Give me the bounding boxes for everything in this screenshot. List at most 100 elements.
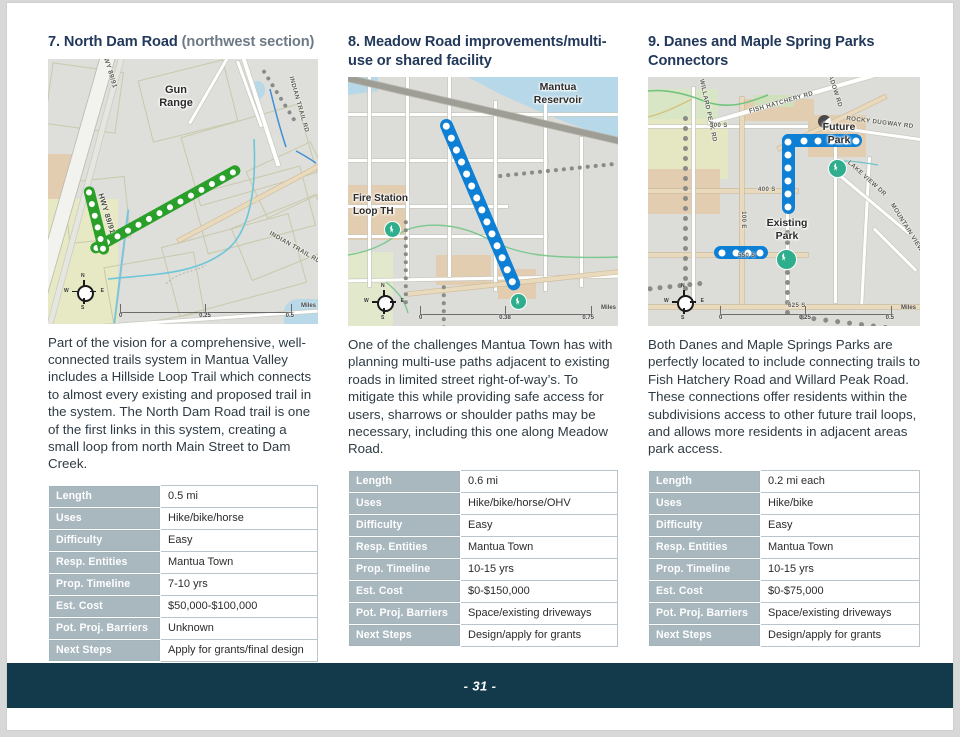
map-figure-8: Mantua Reservoir Fire Station Loop TH N …: [348, 77, 618, 326]
scale-max: 0.5: [885, 315, 894, 321]
park-marker-existing-park: [776, 249, 797, 270]
section-description-7: Part of the vision for a comprehensive, …: [48, 334, 312, 472]
row-key: Difficulty: [348, 513, 461, 537]
compass-w: W: [664, 298, 669, 304]
row-key: Prop. Timeline: [48, 572, 161, 596]
table-row: Pot. Proj. Barriers Space/existing drivew…: [648, 601, 920, 625]
table-row: Length 0.2 mi each: [648, 469, 920, 493]
map-road-label-400s: 400 S: [758, 187, 776, 193]
page-number: - 31 -: [463, 678, 497, 693]
table-row: Next Steps Design/apply for grants: [348, 623, 618, 647]
row-key: Resp. Entities: [48, 550, 161, 574]
row-key: Resp. Entities: [348, 535, 461, 559]
table-row: Resp. Entities Mantua Town: [348, 535, 618, 559]
scale-mid: 0.38: [499, 315, 511, 321]
map-road-label-100e: 100 E: [739, 211, 746, 229]
scale-mid: 0.25: [199, 312, 211, 319]
map-existing-trail-dashes: [403, 220, 409, 310]
row-value: Apply for grants/final design: [160, 638, 318, 662]
table-row: Difficulty Easy: [48, 528, 318, 552]
compass-s: S: [681, 315, 685, 321]
document-page: 7. North Dam Road (northwest section) Gu…: [7, 3, 953, 730]
row-key: Pot. Proj. Barriers: [348, 601, 461, 625]
row-value: 10-15 yrs: [460, 557, 618, 581]
page-columns: 7. North Dam Road (northwest section) Gu…: [7, 3, 953, 663]
compass-e: E: [400, 298, 404, 304]
table-row: Next Steps Design/apply for grants: [648, 623, 920, 647]
row-key: Pot. Proj. Barriers: [48, 616, 161, 640]
compass-w: W: [64, 287, 69, 294]
table-row: Prop. Timeline 10-15 yrs: [648, 557, 920, 581]
row-value: 7-10 yrs: [160, 572, 318, 596]
row-value: Mantua Town: [460, 535, 618, 559]
page-footer: - 31 -: [7, 663, 953, 708]
section-title-sub-7: (northwest section): [181, 34, 315, 50]
compass-e: E: [700, 298, 704, 304]
table-row: Prop. Timeline 10-15 yrs: [348, 557, 618, 581]
table-row: Resp. Entities Mantua Town: [648, 535, 920, 559]
row-value: $0-$150,000: [460, 579, 618, 603]
table-row: Prop. Timeline 7-10 yrs: [48, 572, 318, 596]
row-key: Est. Cost: [348, 579, 461, 603]
row-key: Next Steps: [48, 638, 161, 662]
section-title-9: 9. Danes and Maple Spring Parks Connecto…: [648, 34, 875, 69]
compass-s: S: [81, 304, 85, 311]
row-value: Hike/bike: [760, 491, 920, 515]
compass-rose: N S E W: [364, 283, 404, 321]
table-row: Est. Cost $0-$75,000: [648, 579, 920, 603]
table-row: Difficulty Easy: [348, 513, 618, 537]
scale-unit: Miles: [300, 302, 316, 309]
table-row: Resp. Entities Mantua Town: [48, 550, 318, 574]
row-value: 10-15 yrs: [760, 557, 920, 581]
row-value: Design/apply for grants: [460, 623, 618, 647]
spec-table-7: Length 0.5 mi Uses Hike/bike/horse Difficu…: [48, 484, 318, 662]
park-marker-future-park: [828, 159, 847, 178]
row-key: Est. Cost: [48, 594, 161, 618]
row-value: 0.2 mi each: [760, 469, 920, 493]
row-value: $50,000-$100,000: [160, 594, 318, 618]
row-key: Next Steps: [348, 623, 461, 647]
row-value: Mantua Town: [160, 550, 318, 574]
row-value: Mantua Town: [760, 535, 920, 559]
row-value: Hike/bike/horse: [160, 506, 318, 530]
scale-min: 0: [419, 315, 423, 321]
scale-max: 0.5: [285, 312, 294, 319]
table-row: Est. Cost $50,000-$100,000: [48, 594, 318, 618]
table-row: Difficulty Easy: [648, 513, 920, 537]
map-figure-9: Future Park Existing Park FISH HATCHERY …: [648, 77, 920, 326]
map-figure-7: Gun Range HWY 89/91 HWY 89/91 INDIAN TRA…: [48, 58, 318, 324]
compass-rose: N S E W: [64, 273, 104, 311]
table-row: Length 0.6 mi: [348, 469, 618, 493]
row-value: Easy: [160, 528, 318, 552]
row-key: Difficulty: [48, 528, 161, 552]
section-title-8: 8. Meadow Road improvements/multi-use or…: [348, 34, 607, 69]
map-road-label-550s: 550 S: [738, 253, 756, 259]
table-row: Next Steps Apply for grants/final design: [48, 638, 318, 662]
table-row: Uses Hike/bike/horse: [48, 506, 318, 530]
row-key: Length: [48, 484, 161, 508]
table-row: Length 0.5 mi: [48, 484, 318, 508]
scale-mid: 0.25: [799, 315, 811, 321]
section-column-7: 7. North Dam Road (northwest section) Gu…: [7, 3, 318, 663]
row-key: Uses: [648, 491, 761, 515]
row-value: Design/apply for grants: [760, 623, 920, 647]
row-key: Prop. Timeline: [348, 557, 461, 581]
proposed-trail-line-stem: [782, 134, 795, 214]
compass-w: W: [364, 298, 369, 304]
scale-min: 0: [119, 312, 123, 319]
row-value: Easy: [760, 513, 920, 537]
compass-n: N: [381, 283, 385, 289]
compass-s: S: [381, 315, 385, 321]
row-key: Uses: [348, 491, 461, 515]
compass-n: N: [681, 283, 685, 289]
scale-min: 0: [719, 315, 723, 321]
row-value: Unknown: [160, 616, 318, 640]
spec-table-8: Length 0.6 mi Uses Hike/bike/horse/OHV Dif…: [348, 469, 618, 647]
section-description-8: One of the challenges Mantua Town has wi…: [348, 337, 613, 457]
section-column-8: 8. Meadow Road improvements/multi-use or…: [318, 3, 618, 663]
table-row: Pot. Proj. Barriers Space/existing drivew…: [348, 601, 618, 625]
row-key: Prop. Timeline: [648, 557, 761, 581]
table-row: Pot. Proj. Barriers Unknown: [48, 616, 318, 640]
row-key: Uses: [48, 506, 161, 530]
compass-n: N: [81, 272, 85, 279]
